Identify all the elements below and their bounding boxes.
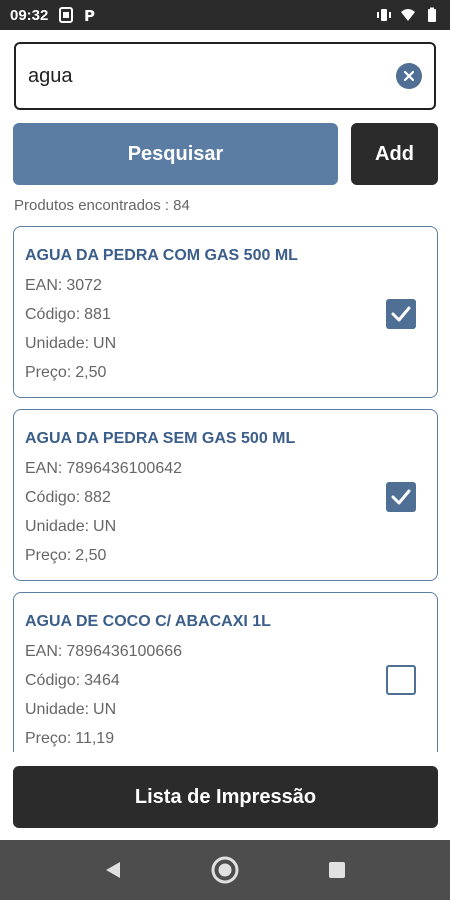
product-list[interactable]: AGUA DA PEDRA COM GAS 500 ML EAN: 3072 Có… [0, 226, 450, 752]
unit-label: Unidade: [25, 701, 90, 718]
product-card[interactable]: AGUA DA PEDRA COM GAS 500 ML EAN: 3072 Có… [13, 226, 438, 398]
price-value: 2,50 [75, 364, 107, 381]
product-unit: Unidade: UN [25, 518, 116, 536]
recents-icon[interactable] [322, 855, 352, 885]
ean-value: 7896436100666 [66, 643, 183, 660]
print-list-button[interactable]: Lista de Impressão [13, 766, 438, 828]
unit-value: UN [93, 518, 117, 535]
unit-value: UN [93, 335, 117, 352]
product-unit: Unidade: UN [25, 701, 116, 719]
search-input[interactable] [28, 64, 396, 88]
code-value: 882 [84, 489, 111, 506]
clear-search-button[interactable] [396, 63, 422, 89]
gallery-icon [58, 7, 74, 23]
price-value: 11,19 [75, 730, 115, 747]
code-label: Código: [25, 489, 81, 506]
product-card[interactable]: AGUA DA PEDRA SEM GAS 500 ML EAN: 7896436… [13, 409, 438, 581]
unit-value: UN [93, 701, 117, 718]
product-name: AGUA DA PEDRA SEM GAS 500 ML [25, 430, 296, 447]
code-label: Código: [25, 306, 81, 323]
ean-value: 3072 [66, 277, 102, 294]
select-checkbox[interactable] [386, 482, 416, 512]
ean-label: EAN: [25, 277, 63, 294]
unit-label: Unidade: [25, 335, 90, 352]
product-card[interactable]: AGUA DE COCO C/ ABACAXI 1L EAN: 789643610… [13, 592, 438, 752]
ean-label: EAN: [25, 460, 63, 477]
ean-label: EAN: [25, 643, 63, 660]
ean-value: 7896436100642 [66, 460, 183, 477]
home-icon[interactable] [210, 855, 240, 885]
code-value: 881 [84, 306, 111, 323]
price-label: Preço: [25, 364, 72, 381]
product-ean: EAN: 3072 [25, 277, 102, 295]
product-unit: Unidade: UN [25, 335, 116, 353]
search-button[interactable]: Pesquisar [13, 123, 338, 185]
check-icon [386, 482, 416, 517]
price-value: 2,50 [75, 547, 107, 564]
check-icon [386, 299, 416, 334]
navigation-bar [0, 840, 450, 900]
back-icon[interactable] [98, 855, 128, 885]
product-code: Código: 882 [25, 489, 111, 507]
close-icon [403, 70, 415, 82]
code-value: 3464 [84, 672, 120, 689]
wifi-icon [400, 7, 416, 23]
product-ean: EAN: 7896436100642 [25, 460, 182, 478]
p-app-icon: P [82, 7, 98, 25]
search-field-container [14, 42, 436, 110]
unit-label: Unidade: [25, 518, 90, 535]
status-time: 09:32 [10, 6, 49, 24]
code-label: Código: [25, 672, 81, 689]
results-count-label: Produtos encontrados : [14, 197, 170, 214]
product-name: AGUA DE COCO C/ ABACAXI 1L [25, 613, 271, 630]
product-name: AGUA DA PEDRA COM GAS 500 ML [25, 247, 298, 264]
product-code: Código: 881 [25, 306, 111, 324]
results-count: Produtos encontrados : 84 [14, 197, 190, 214]
select-checkbox[interactable] [386, 299, 416, 329]
price-label: Preço: [25, 547, 72, 564]
status-bar: 09:32 P [0, 0, 450, 30]
select-checkbox[interactable] [386, 665, 416, 695]
product-price: Preço: 2,50 [25, 364, 106, 382]
product-price: Preço: 2,50 [25, 547, 106, 565]
results-count-value: 84 [173, 197, 190, 214]
battery-icon [424, 7, 440, 23]
add-button[interactable]: Add [351, 123, 438, 185]
product-ean: EAN: 7896436100666 [25, 643, 182, 661]
price-label: Preço: [25, 730, 72, 747]
product-price: Preço: 11,19 [25, 730, 114, 748]
svg-text:P: P [84, 7, 95, 23]
vibrate-icon [376, 7, 392, 23]
product-code: Código: 3464 [25, 672, 120, 690]
